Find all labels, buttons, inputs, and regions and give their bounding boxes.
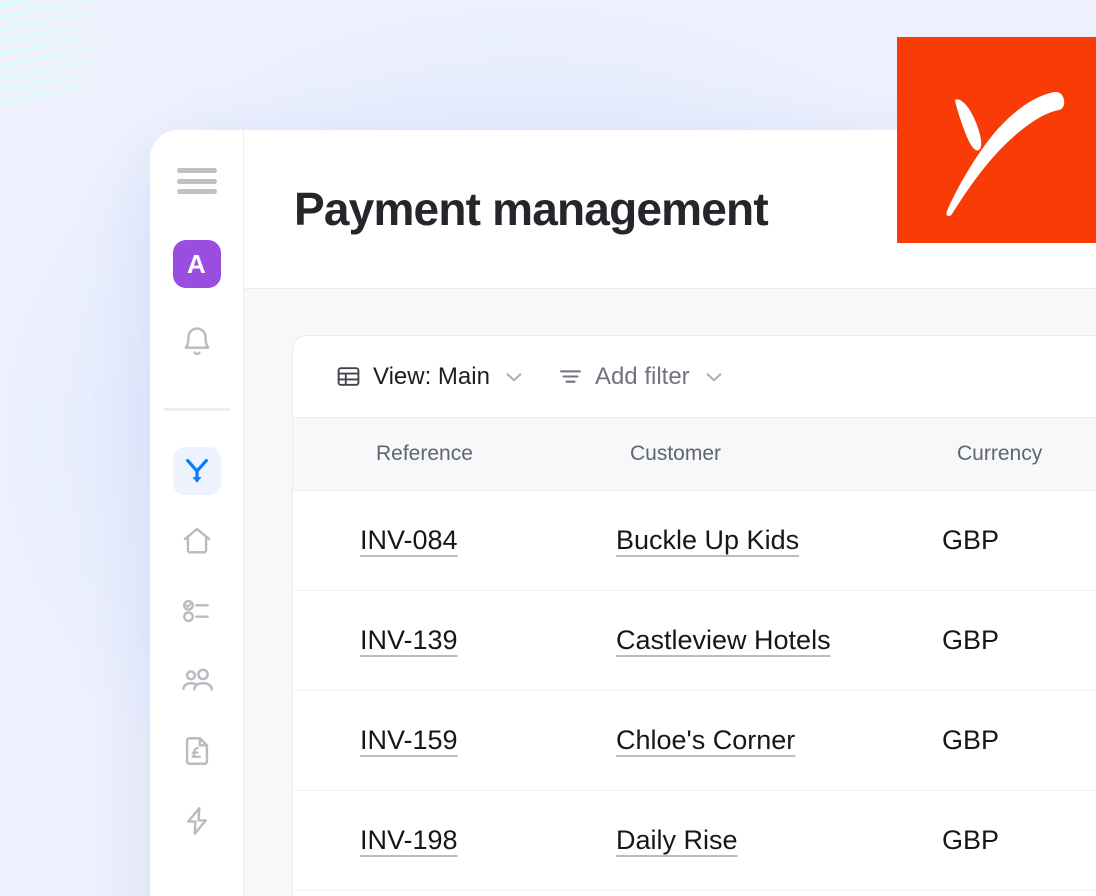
- reference-link[interactable]: INV-159: [360, 725, 458, 755]
- add-filter-button[interactable]: Add filter: [557, 363, 727, 391]
- customer-link[interactable]: Castleview Hotels: [616, 625, 831, 655]
- sidebar-item-payments[interactable]: [172, 447, 221, 495]
- customer-link[interactable]: Chloe's Corner: [616, 725, 795, 755]
- currency-value: GBP: [942, 724, 1000, 755]
- table-grid-icon: [335, 363, 362, 390]
- bell-icon[interactable]: [173, 318, 221, 366]
- cell-customer: Castleview Hotels: [549, 590, 905, 691]
- yoco-y-brushstroke-logo: [946, 92, 1065, 217]
- avatar[interactable]: A: [172, 240, 221, 288]
- cell-currency: GBP: [905, 590, 1096, 691]
- cell-currency: GBP: [905, 490, 1096, 591]
- people-icon[interactable]: [173, 657, 221, 705]
- column-header-customer-label: Customer: [630, 441, 722, 465]
- table-row[interactable]: INV-159 Chloe's Corner GBP: [293, 690, 1096, 791]
- cell-currency: GBP: [905, 690, 1096, 791]
- tasks-checklist-icon[interactable]: [173, 587, 221, 635]
- currency-value: GBP: [942, 624, 1000, 655]
- chevron-down-icon: [701, 364, 727, 390]
- cell-reference: INV-139: [293, 590, 549, 691]
- decorative-stripes: [0, 0, 223, 112]
- cell-customer: Buckle Up Kids: [549, 490, 905, 591]
- chevron-down-icon: [501, 364, 527, 390]
- cell-currency: GBP: [905, 790, 1096, 891]
- table-row[interactable]: INV-084 Buckle Up Kids GBP: [293, 490, 1096, 591]
- add-filter-label: Add filter: [594, 362, 690, 390]
- hamburger-bar: [176, 189, 217, 194]
- sidebar-divider: [163, 408, 230, 411]
- app-window: A Payment management View: Main Add filt…: [150, 130, 1096, 896]
- cell-customer: Chloe's Corner: [549, 690, 905, 791]
- cell-reference: INV-198: [293, 790, 549, 891]
- cell-reference: INV-159: [293, 690, 549, 791]
- column-header-currency-label: Currency: [957, 441, 1043, 465]
- brand-logo-tile: [897, 37, 1096, 243]
- cell-reference: INV-084: [293, 490, 549, 591]
- lightning-bolt-icon[interactable]: [173, 797, 221, 845]
- cell-customer: Daily Rise: [549, 790, 905, 891]
- column-header-reference-label: Reference: [376, 441, 473, 465]
- currency-value: GBP: [942, 824, 1000, 855]
- table-row[interactable]: INV-139 Castleview Hotels GBP: [293, 590, 1096, 691]
- invoice-pound-document-icon[interactable]: [173, 727, 221, 775]
- table-header-row: Reference Customer Currency: [293, 418, 1096, 491]
- hamburger-bar: [176, 168, 217, 173]
- hamburger-menu-icon[interactable]: [176, 168, 217, 194]
- reference-link[interactable]: INV-198: [360, 825, 458, 855]
- sidebar-rail: A: [150, 130, 244, 896]
- customer-link[interactable]: Buckle Up Kids: [616, 525, 799, 555]
- column-header-reference[interactable]: Reference: [293, 418, 549, 491]
- reference-link[interactable]: INV-084: [360, 525, 458, 555]
- customer-link[interactable]: Daily Rise: [616, 825, 738, 855]
- main-pane: Payment management View: Main Add filter…: [244, 130, 1096, 896]
- table-card: View: Main Add filter Reference Customer…: [292, 335, 1096, 896]
- table-row[interactable]: INV-198 Daily Rise GBP: [293, 790, 1096, 891]
- home-icon[interactable]: [173, 517, 221, 565]
- view-selector[interactable]: View: Main: [335, 363, 527, 391]
- reference-link[interactable]: INV-139: [360, 625, 458, 655]
- filter-lines-icon: [557, 363, 584, 390]
- currency-value: GBP: [942, 524, 1000, 555]
- content-area: View: Main Add filter Reference Customer…: [244, 289, 1096, 896]
- column-header-customer[interactable]: Customer: [549, 418, 905, 491]
- hamburger-bar: [176, 178, 217, 184]
- payments-table: Reference Customer Currency INV-084 Buck…: [293, 418, 1096, 891]
- page-title: Payment management: [294, 183, 769, 235]
- table-toolbar: View: Main Add filter: [293, 336, 1096, 418]
- column-header-currency[interactable]: Currency: [905, 418, 1096, 491]
- page-root: A Payment management View: Main Add filt…: [0, 0, 1096, 896]
- view-selector-label: View: Main: [373, 362, 490, 390]
